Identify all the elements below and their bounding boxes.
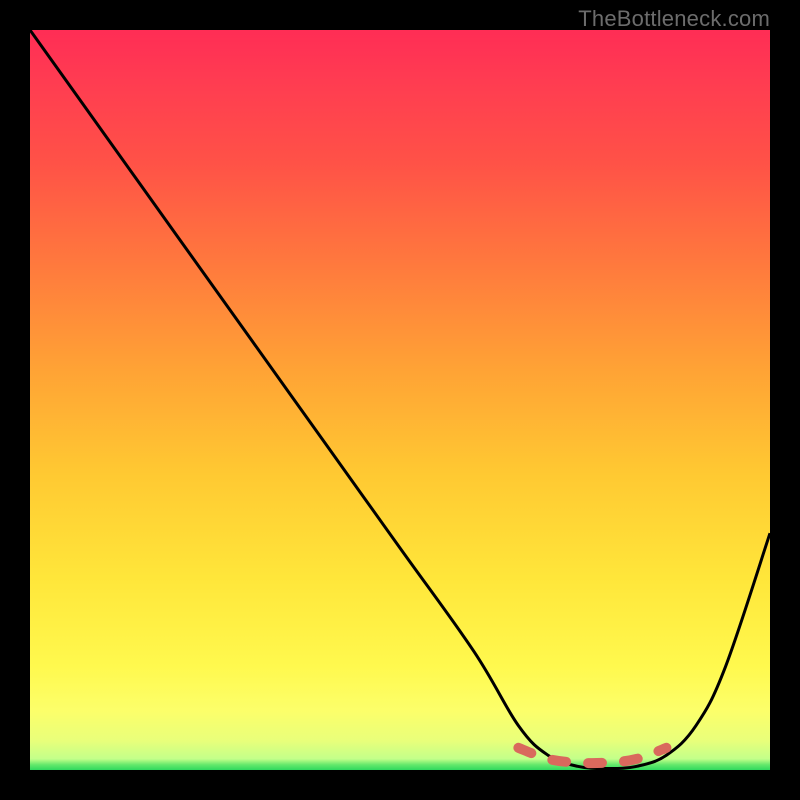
curve-layer (30, 30, 770, 770)
watermark-text: TheBottleneck.com (578, 6, 770, 32)
bottleneck-curve (30, 30, 770, 769)
chart-frame: TheBottleneck.com (0, 0, 800, 800)
plot-area (30, 30, 770, 770)
